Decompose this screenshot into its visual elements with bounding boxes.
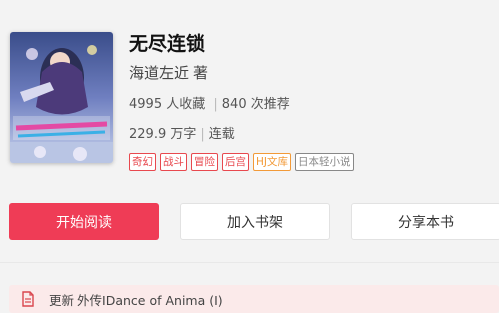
tag[interactable]: HJ文库: [253, 153, 291, 171]
share-book-button[interactable]: 分享本书: [351, 203, 499, 240]
author-suffix: 著: [193, 64, 209, 82]
author-name[interactable]: 海道左近: [129, 64, 189, 82]
tag-list: 奇幻 战斗 冒险 后宫 HJ文库 日本轻小说: [129, 153, 354, 171]
recommends-count: 840: [221, 97, 247, 112]
tag[interactable]: 奇幻: [129, 153, 156, 171]
section-divider: [0, 262, 499, 263]
book-stats: 4995 人收藏 | 840 次推荐: [129, 93, 290, 112]
start-reading-button[interactable]: 开始阅读: [9, 203, 159, 240]
latest-update-bar[interactable]: 更新 外传IDance of Anima (I): [9, 285, 499, 313]
recommends-label: 次推荐: [250, 97, 290, 112]
update-text: 更新 外传IDance of Anima (I): [49, 290, 223, 309]
favorites-count: 4995: [129, 97, 163, 112]
favorites-label: 人收藏: [166, 97, 206, 112]
book-cover[interactable]: [10, 32, 113, 163]
latest-chapter-title: 外传IDance of Anima (I): [77, 292, 223, 308]
book-cover-image: [10, 32, 113, 163]
divider: |: [213, 97, 218, 112]
book-author[interactable]: 海道左近著: [129, 62, 208, 83]
add-to-shelf-button[interactable]: 加入书架: [180, 203, 330, 240]
word-count: 229.9 万字: [129, 127, 197, 142]
book-progress: 229.9 万字 | 连载: [129, 123, 235, 142]
tag[interactable]: 日本轻小说: [295, 153, 354, 171]
tag[interactable]: 战斗: [160, 153, 187, 171]
serial-status: 连载: [208, 127, 235, 142]
tag[interactable]: 冒险: [191, 153, 218, 171]
divider: |: [200, 127, 205, 142]
book-info: 无尽连锁 海道左近著 4995 人收藏 | 840 次推荐 229.9 万字 | 连载…: [129, 32, 354, 171]
document-icon: [22, 291, 34, 307]
tag[interactable]: 后宫: [222, 153, 249, 171]
book-title: 无尽连锁: [129, 33, 206, 55]
update-prefix: 更新: [49, 292, 75, 308]
